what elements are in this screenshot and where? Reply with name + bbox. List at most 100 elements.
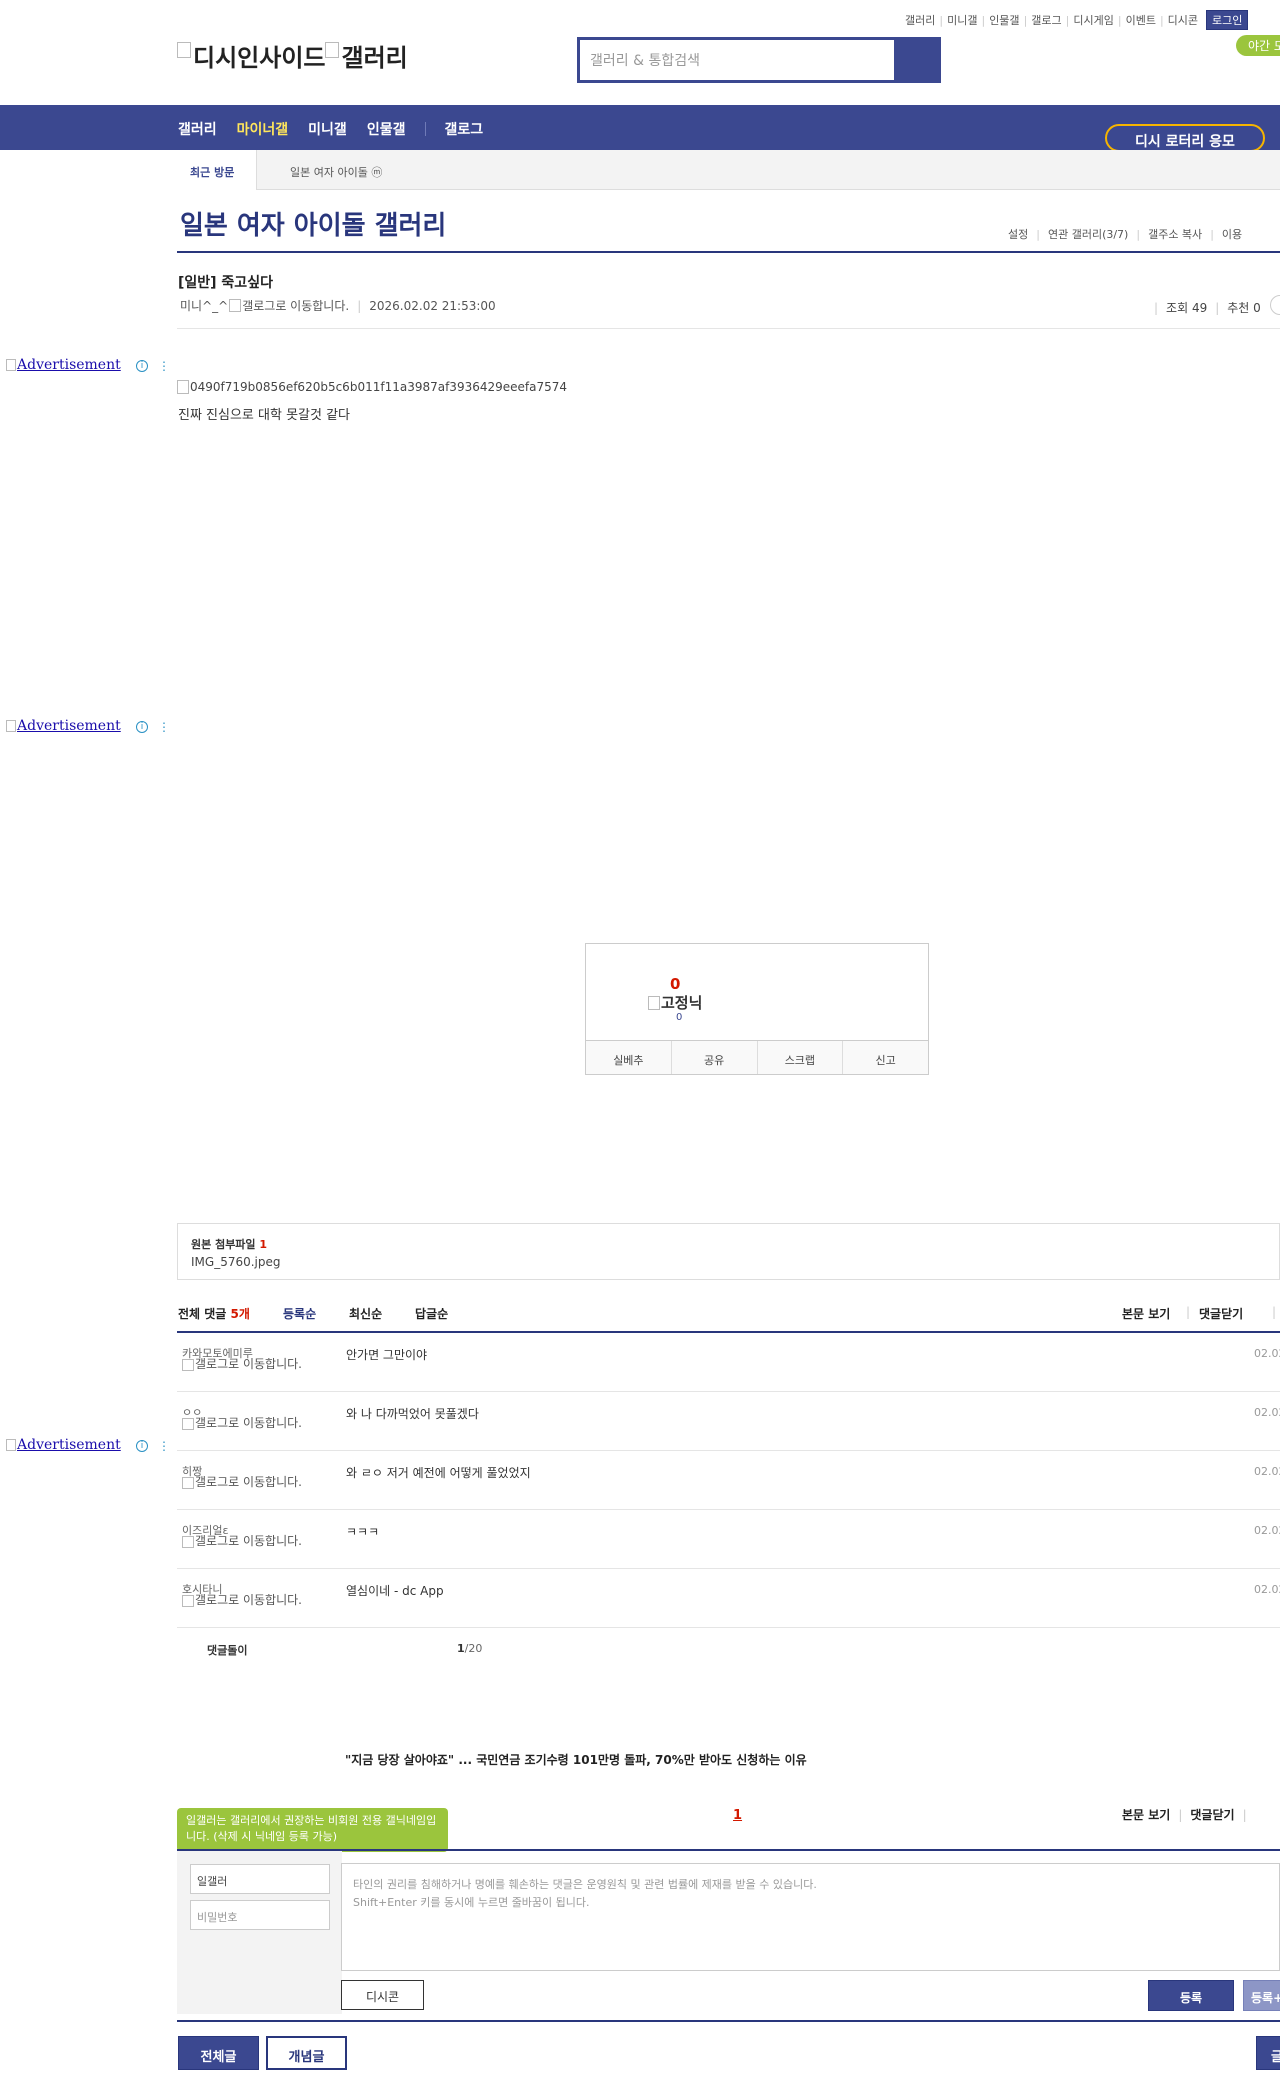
gallery-settings-link[interactable]: 설정 [1008, 226, 1028, 242]
util-link-dccon[interactable]: 디시콘 [1168, 12, 1198, 28]
comment-row: 카와모토에미루 갤로그로 이동합니다. 안가면 그만이야 02.02 [177, 1333, 1280, 1392]
nav-minor-gallery[interactable]: 마이너갤 [237, 119, 289, 139]
fixed-nick-recommend[interactable]: 고정닉 [648, 992, 702, 1013]
comment-gallog[interactable]: 갤로그로 이동합니다. [182, 1358, 311, 1371]
gallery-title[interactable]: 일본 여자 아이돌 갤러리 [180, 205, 446, 242]
broken-image-icon [325, 41, 340, 58]
bottom-comment-links: 본문 보기 | 댓글닫기 | [1122, 1806, 1247, 1823]
password-input[interactable]: 비밀번호 [190, 1900, 330, 1930]
comment-textarea[interactable]: 타인의 권리를 침해하거나 명예를 훼손하는 댓글은 운영원칙 및 관련 법률에… [341, 1863, 1280, 1971]
nickname-input[interactable]: 일갤러 [190, 1864, 330, 1894]
comment-count-circle[interactable] [1270, 295, 1280, 315]
attachments-box: 원본 첨부파일 1 IMG_5760.jpeg [177, 1223, 1280, 1280]
advertisement-link-2[interactable]: Advertisement [6, 718, 121, 734]
comment-page-link[interactable]: 1 [733, 1808, 742, 1823]
all-posts-button[interactable]: 전체글 [178, 2036, 259, 2070]
comment-text: 와 나 다까먹었어 못풀겠다 [346, 1407, 479, 1421]
search-input[interactable]: 갤러리 & 통합검색 [580, 40, 894, 80]
site-logo[interactable]: 디시인사이드 갤러리 [177, 38, 408, 73]
view-body-link[interactable]: 본문 보기 [1122, 1305, 1170, 1322]
search-button[interactable] [894, 40, 938, 80]
more-options-icon[interactable]: ⋮ [158, 1439, 170, 1453]
post-recommend: 추천 0 [1227, 301, 1261, 315]
ad-label: Advertisement [17, 357, 121, 373]
comment-text: 와 ㄹㅇ 저거 예전에 어떻게 풀었었지 [346, 1466, 531, 1480]
nav-person-gallery[interactable]: 인물갤 [367, 119, 406, 139]
comment-gallog[interactable]: 갤로그로 이동합니다. [182, 1476, 311, 1489]
broken-image-icon [182, 1536, 194, 1548]
post-image[interactable]: 0490f719b0856ef620b5c6b011f11a3987af3936… [177, 380, 567, 394]
news-headline[interactable]: "지금 당장 살아야죠" ... 국민연금 조기수령 101만명 돌파, 70%… [345, 1751, 807, 1768]
util-link-event[interactable]: 이벤트 [1126, 12, 1156, 28]
info-icon[interactable]: i [136, 360, 148, 372]
recent-item[interactable]: 일본 여자 아이돌 ⓜ [290, 164, 382, 180]
fixed-nick-count: 0 [676, 1012, 683, 1023]
scrap-button[interactable]: 스크랩 [758, 1041, 844, 1074]
util-link-gallery[interactable]: 갤러리 [905, 12, 935, 28]
login-button[interactable]: 로그인 [1206, 10, 1249, 30]
dccon-button[interactable]: 디시콘 [341, 1980, 424, 2010]
advertisement-link-3[interactable]: Advertisement [6, 1437, 121, 1453]
submit-button[interactable]: 등록 [1148, 1980, 1234, 2011]
comment-row: ㅇㅇ 갤로그로 이동합니다. 와 나 다까먹었어 못풀겠다 02.02 [177, 1392, 1280, 1451]
night-mode-toggle[interactable]: 야간 모 [1236, 35, 1280, 56]
attachments-title: 원본 첨부파일 1 [191, 1238, 268, 1251]
view-body-link[interactable]: 본문 보기 [1122, 1806, 1170, 1823]
info-icon[interactable]: i [136, 1440, 148, 1452]
util-link-minigall[interactable]: 미니갤 [947, 12, 977, 28]
post-stats: | 조회 49 | 추천 0 [1154, 300, 1261, 316]
comment-gallog[interactable]: 갤로그로 이동합니다. [182, 1417, 311, 1430]
real-best-recommend-button[interactable]: 실베추 [586, 1041, 672, 1074]
comment-gallog[interactable]: 갤로그로 이동합니다. [182, 1594, 311, 1607]
ad-controls-2: i ⋮ [136, 720, 170, 734]
util-link-gallog[interactable]: 갤로그 [1031, 12, 1061, 28]
advertisement-link-1[interactable]: Advertisement [6, 357, 121, 373]
concept-posts-button[interactable]: 개념글 [266, 2036, 347, 2070]
comment-bot-label[interactable]: 댓글돌이 [207, 1642, 247, 1658]
related-gallery-link[interactable]: 연관 갤러리(3/7) [1048, 226, 1128, 242]
comment-bot-pager[interactable]: 1/20 [457, 1642, 482, 1655]
post-date: 2026.02.02 21:53:00 [369, 298, 496, 313]
nav-mini-gallery[interactable]: 미니갤 [308, 119, 347, 139]
recommend-count: 0 [670, 975, 681, 993]
share-button[interactable]: 공유 [672, 1041, 758, 1074]
search-box: 갤러리 & 통합검색 [577, 37, 941, 83]
ad-label: Advertisement [17, 1437, 121, 1453]
broken-image-icon [182, 1418, 194, 1430]
nav-gallery[interactable]: 갤러리 [178, 119, 217, 139]
report-button[interactable]: 신고 [843, 1041, 928, 1074]
submit-recommend-button[interactable]: 등록+ [1243, 1980, 1280, 2011]
attachment-file[interactable]: IMG_5760.jpeg [191, 1255, 281, 1269]
util-link-game[interactable]: 디시게임 [1073, 12, 1113, 28]
util-link-person[interactable]: 인물갤 [989, 12, 1019, 28]
post-title: [일반] 죽고싶다 [178, 275, 273, 291]
gallery-menu: 설정 | 연관 갤러리(3/7) | 갤주소 복사 | 이용 [1008, 226, 1243, 242]
comment-text: ㅋㅋㅋ [346, 1525, 380, 1539]
sort-replies[interactable]: 답글순 [415, 1305, 448, 1322]
info-icon[interactable]: i [136, 721, 148, 733]
sort-latest[interactable]: 최신순 [349, 1305, 382, 1322]
post-author[interactable]: 미니^_^ [180, 297, 228, 314]
broken-image-icon [177, 380, 189, 394]
more-options-icon[interactable]: ⋮ [158, 359, 170, 373]
copy-gallery-address-link[interactable]: 갤주소 복사 [1148, 226, 1202, 242]
gallery-usage-link[interactable]: 이용 [1222, 226, 1242, 242]
write-post-button[interactable]: 글 [1256, 2036, 1280, 2070]
comment-text: 열심이네 - dc App [346, 1584, 444, 1598]
post-info: 미니^_^ 갤로그로 이동합니다. | 2026.02.02 21:53:00 [180, 297, 496, 314]
logo-text-dcinside: 디시인사이드 [193, 44, 326, 72]
recent-visits-bar: 최근 방문 일본 여자 아이돌 ⓜ [177, 150, 1280, 190]
recommend-box: 0 고정닉 0 실베추 공유 스크랩 신고 [585, 943, 929, 1075]
close-comments-link[interactable]: 댓글닫기 [1199, 1305, 1243, 1322]
lottery-button[interactable]: 디시 로터리 응모 [1105, 124, 1265, 152]
post-body-text: 진짜 진심으로 대학 못갈것 같다 [178, 408, 351, 423]
ad-controls-1: i ⋮ [136, 359, 170, 373]
sort-registered[interactable]: 등록순 [283, 1305, 316, 1322]
post-image-alt: 0490f719b0856ef620b5c6b011f11a3987af3936… [190, 380, 568, 394]
comment-date: 02.02 [1254, 1583, 1280, 1596]
post-author-gallog[interactable]: 갤로그로 이동합니다. [242, 297, 349, 314]
nav-gallog[interactable]: 갤로그 [444, 119, 483, 139]
close-comments-link[interactable]: 댓글닫기 [1190, 1806, 1234, 1823]
comment-gallog[interactable]: 갤로그로 이동합니다. [182, 1535, 311, 1548]
more-options-icon[interactable]: ⋮ [158, 720, 170, 734]
